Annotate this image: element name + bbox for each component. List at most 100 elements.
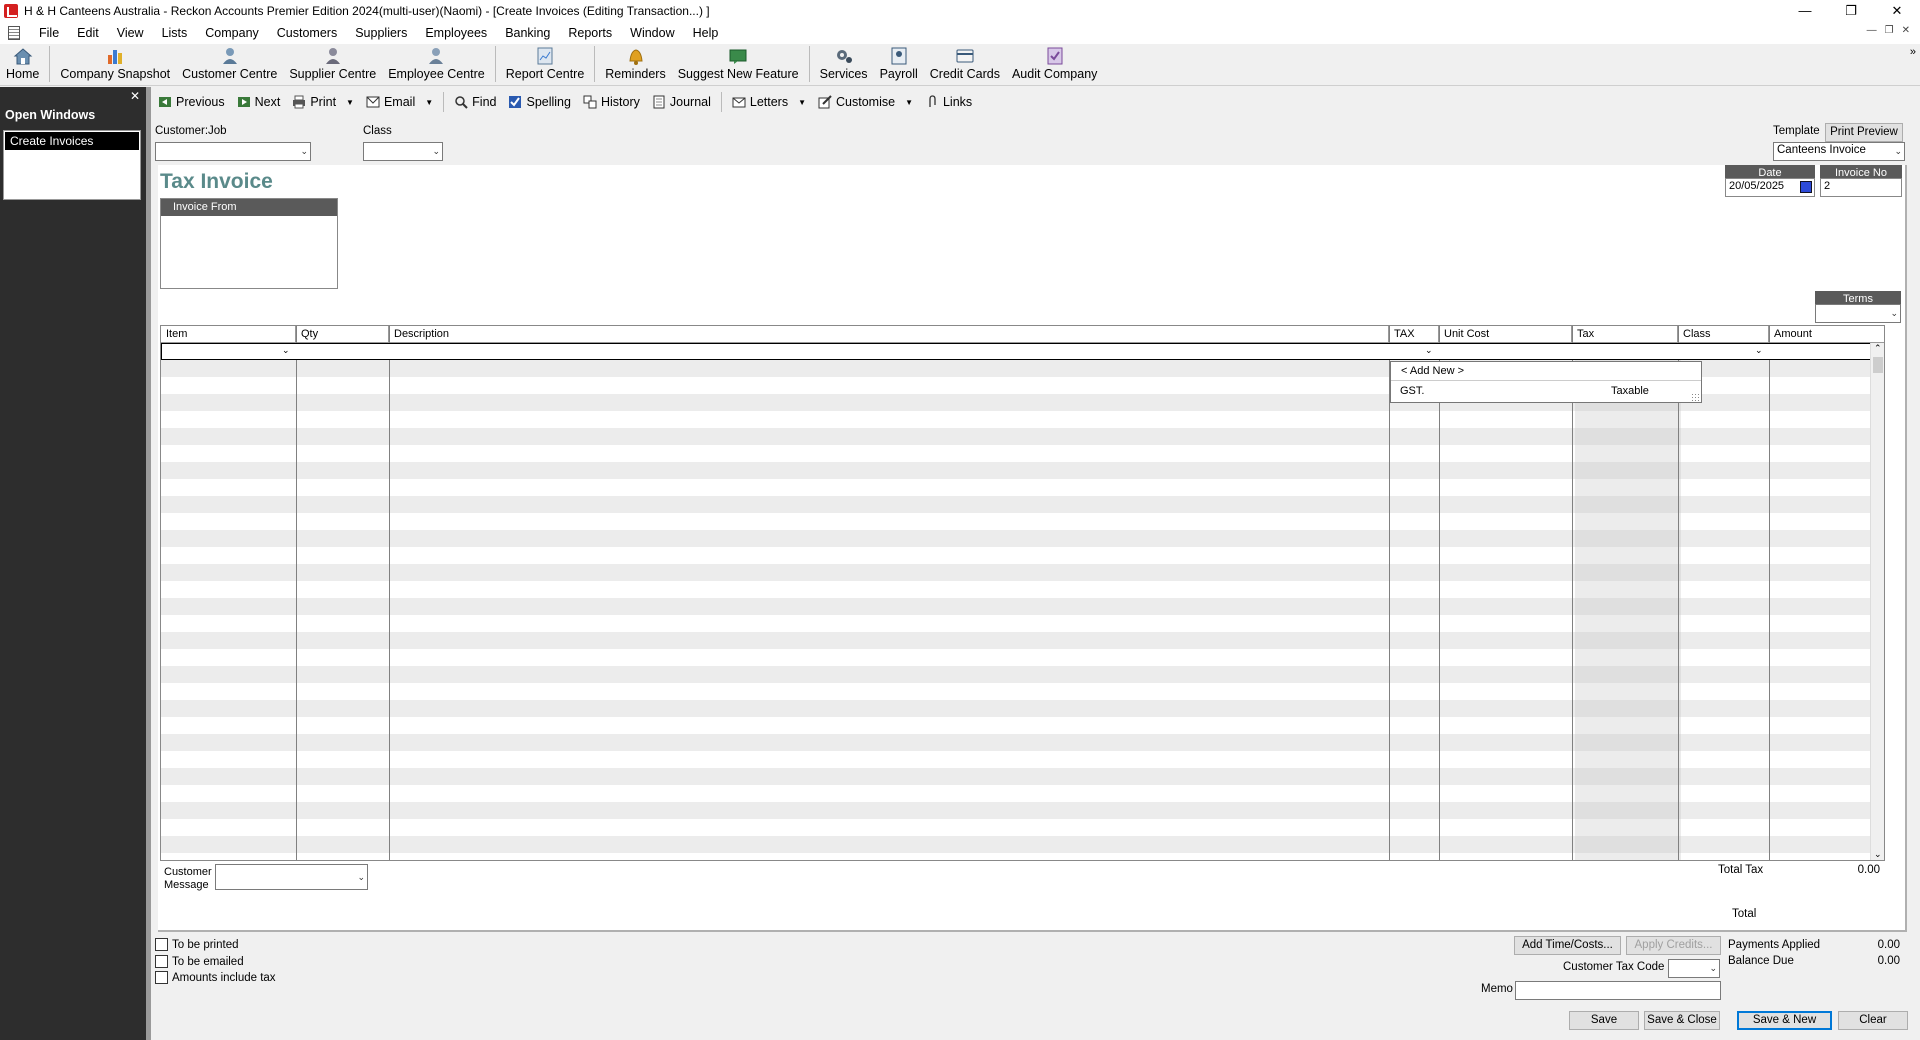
journal-button[interactable]: Journal: [646, 95, 717, 109]
menu-reports[interactable]: Reports: [559, 26, 621, 40]
class-dropdown-icon[interactable]: ⌄: [1755, 345, 1763, 356]
customer-centre-button[interactable]: Customer Centre: [176, 47, 283, 85]
menu-company[interactable]: Company: [196, 26, 268, 40]
to-be-printed-checkbox[interactable]: To be printed: [155, 938, 239, 951]
column-header-tax[interactable]: Tax: [1572, 326, 1678, 342]
customer-message-dropdown[interactable]: ⌄: [215, 864, 368, 890]
report-centre-button[interactable]: Report Centre: [500, 47, 591, 85]
spelling-icon: [509, 96, 522, 108]
column-header-unit-cost[interactable]: Unit Cost: [1439, 326, 1572, 342]
save-button[interactable]: Save: [1569, 1011, 1639, 1030]
employee-centre-button[interactable]: Employee Centre: [382, 47, 491, 85]
company-snapshot-button[interactable]: Company Snapshot: [54, 47, 176, 85]
invoice-from-box[interactable]: Invoice From: [160, 198, 338, 289]
class-dropdown[interactable]: ⌄: [363, 142, 443, 161]
customise-dropdown-icon[interactable]: ▼: [905, 98, 913, 107]
payroll-button[interactable]: Payroll: [874, 47, 924, 85]
resize-grip-icon[interactable]: [1691, 393, 1699, 401]
amounts-include-tax-checkbox[interactable]: Amounts include tax: [155, 971, 276, 984]
suggest-feature-button[interactable]: Suggest New Feature: [672, 47, 805, 85]
minimize-icon[interactable]: —: [1782, 0, 1828, 22]
tax-code-dropdown-icon[interactable]: ⌄: [1425, 345, 1433, 356]
spelling-button[interactable]: Spelling: [502, 95, 576, 109]
column-header-class[interactable]: Class: [1678, 326, 1769, 342]
toolbar-overflow-icon[interactable]: »: [1910, 46, 1916, 58]
menu-customers[interactable]: Customers: [268, 26, 346, 40]
grid-scrollbar[interactable]: ⌃ ⌄: [1870, 343, 1884, 860]
print-preview-button[interactable]: Print Preview: [1825, 123, 1903, 142]
letters-dropdown-icon[interactable]: ▼: [798, 98, 806, 107]
terms-dropdown[interactable]: ⌄: [1815, 304, 1901, 323]
save-new-button[interactable]: Save & New: [1737, 1011, 1832, 1030]
add-new-option[interactable]: < Add New >: [1391, 362, 1701, 381]
date-field[interactable]: 20/05/2025: [1725, 178, 1815, 197]
item-dropdown-icon[interactable]: ⌄: [282, 345, 290, 356]
sidebar-item-create-invoices[interactable]: Create Invoices: [5, 132, 139, 150]
customer-job-dropdown[interactable]: ⌄: [155, 142, 311, 161]
services-button[interactable]: Services: [814, 47, 874, 85]
menu-suppliers[interactable]: Suppliers: [346, 26, 416, 40]
sidebar-splitter[interactable]: [146, 87, 151, 1040]
find-button[interactable]: Find: [448, 95, 502, 109]
mdi-restore-icon[interactable]: ❐: [1885, 25, 1894, 36]
invoice-no-field[interactable]: 2: [1820, 178, 1902, 197]
menu-banking[interactable]: Banking: [496, 26, 559, 40]
column-header-description[interactable]: Description: [389, 326, 1389, 342]
document-icon[interactable]: [8, 26, 20, 40]
toolbar-separator: [720, 92, 722, 112]
tax-code-dropdown-list[interactable]: < Add New > GST. Taxable: [1390, 361, 1702, 403]
menu-edit[interactable]: Edit: [68, 26, 108, 40]
menu-window[interactable]: Window: [621, 26, 683, 40]
column-divider: [1678, 326, 1679, 860]
column-header-tax-code[interactable]: TAX: [1389, 326, 1439, 342]
to-be-emailed-checkbox[interactable]: To be emailed: [155, 955, 244, 968]
mdi-close-icon[interactable]: ✕: [1902, 25, 1910, 36]
customise-button[interactable]: Customise ▼: [812, 95, 919, 109]
next-button[interactable]: Next: [231, 95, 287, 109]
previous-button[interactable]: Previous: [152, 95, 231, 109]
credit-cards-button[interactable]: Credit Cards: [924, 47, 1006, 85]
reminders-button[interactable]: Reminders: [599, 47, 671, 85]
column-header-item[interactable]: Item: [161, 326, 296, 342]
scroll-down-icon[interactable]: ⌄: [1874, 849, 1882, 860]
scroll-up-icon[interactable]: ⌃: [1874, 343, 1882, 354]
tax-code-option-gst[interactable]: GST. Taxable: [1391, 382, 1701, 401]
supplier-centre-button[interactable]: Supplier Centre: [283, 47, 382, 85]
save-close-button[interactable]: Save & Close: [1644, 1011, 1720, 1030]
column-divider: [389, 326, 390, 860]
print-dropdown-icon[interactable]: ▼: [346, 98, 354, 107]
audit-company-button[interactable]: Audit Company: [1006, 47, 1103, 85]
line-items-grid[interactable]: Item Qty Description TAX Unit Cost Tax C…: [160, 325, 1885, 861]
active-edit-row[interactable]: ⌄ ⌄ ⌄: [161, 343, 1883, 360]
restore-icon[interactable]: ❐: [1828, 0, 1874, 22]
close-icon[interactable]: ✕: [1874, 0, 1920, 22]
tax-code-name: GST.: [1400, 385, 1425, 397]
column-header-qty[interactable]: Qty: [296, 326, 389, 342]
sidebar-close-icon[interactable]: ✕: [130, 89, 140, 103]
menu-employees[interactable]: Employees: [416, 26, 496, 40]
template-dropdown[interactable]: Canteens Invoice ⌄: [1773, 142, 1905, 161]
add-time-costs-button[interactable]: Add Time/Costs...: [1514, 936, 1621, 955]
calendar-icon[interactable]: [1800, 181, 1812, 193]
email-button[interactable]: Email ▼: [360, 95, 439, 109]
letters-button[interactable]: Letters ▼: [726, 95, 812, 109]
mdi-minimize-icon[interactable]: —: [1867, 25, 1877, 36]
home-button[interactable]: Home: [0, 47, 45, 85]
menu-file[interactable]: File: [30, 26, 68, 40]
bell-icon: [628, 49, 643, 65]
customer-tax-code-dropdown[interactable]: ⌄: [1668, 959, 1720, 978]
scroll-thumb[interactable]: [1873, 357, 1883, 373]
memo-input[interactable]: [1515, 981, 1721, 1000]
next-icon: [237, 97, 250, 107]
print-button[interactable]: Print ▼: [286, 95, 360, 109]
apply-credits-button[interactable]: Apply Credits...: [1626, 936, 1721, 955]
clear-button[interactable]: Clear: [1838, 1011, 1908, 1030]
menu-help[interactable]: Help: [684, 26, 728, 40]
email-dropdown-icon[interactable]: ▼: [425, 98, 433, 107]
history-button[interactable]: History: [577, 95, 646, 109]
menu-lists[interactable]: Lists: [153, 26, 197, 40]
links-button[interactable]: Links: [919, 95, 978, 109]
column-header-amount[interactable]: Amount: [1769, 326, 1884, 342]
menu-view[interactable]: View: [108, 26, 153, 40]
column-divider: [1769, 326, 1770, 860]
